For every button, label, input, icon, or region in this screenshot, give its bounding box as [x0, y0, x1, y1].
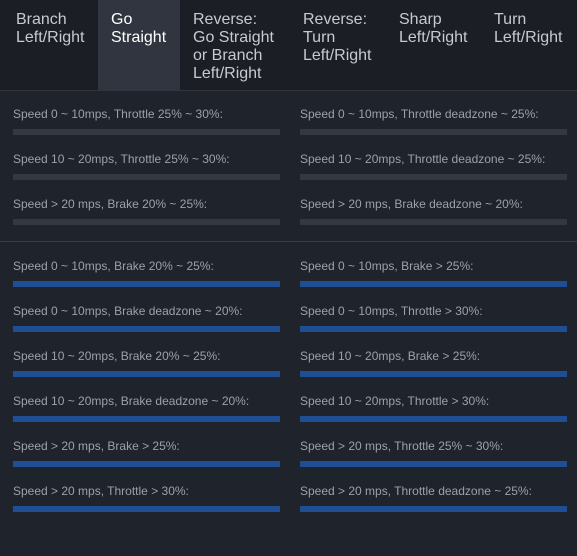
- tab-label-line: Left/Right: [303, 47, 372, 64]
- progress-bar-fill: [13, 281, 280, 287]
- tab-reverse-go-straight-or-branch[interactable]: Reverse: Go Straight or Branch Left/Righ…: [180, 0, 290, 90]
- metric-row: Speed 10 ~ 20mps, Throttle 25% ~ 30%:: [13, 152, 280, 186]
- progress-bar: [13, 506, 280, 512]
- progress-bar: [300, 129, 567, 135]
- metric-label: Speed 0 ~ 10mps, Throttle > 30%:: [300, 304, 483, 318]
- tab-label-line: Reverse:: [193, 11, 258, 28]
- progress-bar: [300, 461, 567, 467]
- progress-bar: [300, 371, 567, 377]
- metric-row: Speed > 20 mps, Throttle 25% ~ 30%:: [300, 439, 567, 473]
- tab-branch-left-right[interactable]: Branch Left/Right: [0, 0, 98, 90]
- metric-row: Speed 10 ~ 20mps, Brake > 25%:: [300, 349, 567, 383]
- progress-bar: [13, 461, 280, 467]
- metric-label: Speed > 20 mps, Brake > 25%:: [13, 439, 180, 453]
- metric-row: Speed 10 ~ 20mps, Throttle > 30%:: [300, 394, 567, 428]
- metric-row: Speed > 20 mps, Throttle > 30%:: [13, 484, 280, 518]
- tab-bar: Branch Left/Right Go Straight Reverse: G…: [0, 0, 577, 91]
- metric-row: Speed > 20 mps, Brake deadzone ~ 20%:: [300, 197, 567, 231]
- progress-bar-fill: [300, 371, 567, 377]
- metric-label: Speed 0 ~ 10mps, Brake deadzone ~ 20%:: [13, 304, 243, 318]
- metric-row: Speed 10 ~ 20mps, Throttle deadzone ~ 25…: [300, 152, 567, 186]
- tab-label-line: Branch: [16, 11, 67, 28]
- metric-label: Speed 10 ~ 20mps, Throttle > 30%:: [300, 394, 490, 408]
- progress-bar: [300, 326, 567, 332]
- tab-label-line: Go: [111, 11, 133, 28]
- metric-row: Speed > 20 mps, Brake > 25%:: [13, 439, 280, 473]
- progress-bar: [13, 326, 280, 332]
- progress-bar-fill: [13, 506, 280, 512]
- metric-row: Speed 0 ~ 10mps, Brake > 25%:: [300, 259, 567, 293]
- tab-sharp-left-right[interactable]: Sharp Left/Right: [386, 0, 481, 90]
- progress-bar: [13, 371, 280, 377]
- tab-label-line: Turn: [303, 29, 336, 46]
- progress-bar-fill: [300, 461, 567, 467]
- metric-label: Speed 0 ~ 10mps, Brake 20% ~ 25%:: [13, 259, 214, 273]
- progress-bar-fill: [300, 416, 567, 422]
- metric-label: Speed 0 ~ 10mps, Brake > 25%:: [300, 259, 474, 273]
- tab-label-line: Left/Right: [399, 29, 468, 46]
- tab-label-line: Sharp: [399, 11, 442, 28]
- tab-label-line: Left/Right: [494, 29, 563, 46]
- metric-row: Speed 0 ~ 10mps, Brake deadzone ~ 20%:: [13, 304, 280, 338]
- metric-row: Speed 0 ~ 10mps, Brake 20% ~ 25%:: [13, 259, 280, 293]
- metric-label: Speed > 20 mps, Throttle > 30%:: [13, 484, 189, 498]
- tab-label-line: Left/Right: [193, 65, 262, 82]
- progress-bar-fill: [300, 326, 567, 332]
- progress-bar: [300, 219, 567, 225]
- metric-label: Speed 10 ~ 20mps, Throttle deadzone ~ 25…: [300, 152, 546, 166]
- progress-bar: [300, 281, 567, 287]
- metric-label: Speed 10 ~ 20mps, Throttle 25% ~ 30%:: [13, 152, 230, 166]
- metric-label: Speed > 20 mps, Brake deadzone ~ 20%:: [300, 197, 523, 211]
- progress-bar: [300, 174, 567, 180]
- progress-bar: [300, 506, 567, 512]
- metrics-section-active: Speed 0 ~ 10mps, Brake 20% ~ 25%: Speed 0…: [0, 242, 577, 556]
- progress-bar: [13, 129, 280, 135]
- metric-row: Speed 0 ~ 10mps, Throttle deadzone ~ 25%…: [300, 107, 567, 141]
- tab-label-line: Turn: [494, 11, 527, 28]
- progress-bar: [13, 219, 280, 225]
- tab-reverse-turn-left-right[interactable]: Reverse: Turn Left/Right: [290, 0, 386, 90]
- metric-label: Speed 0 ~ 10mps, Throttle 25% ~ 30%:: [13, 107, 223, 121]
- progress-bar: [300, 416, 567, 422]
- tab-label-line: Left/Right: [16, 29, 85, 46]
- progress-bar: [13, 416, 280, 422]
- tab-go-straight[interactable]: Go Straight: [98, 0, 180, 90]
- metric-label: Speed 10 ~ 20mps, Brake 20% ~ 25%:: [13, 349, 221, 363]
- progress-bar: [13, 281, 280, 287]
- metric-row: Speed 0 ~ 10mps, Throttle 25% ~ 30%:: [13, 107, 280, 141]
- metric-row: Speed 10 ~ 20mps, Brake 20% ~ 25%:: [13, 349, 280, 383]
- tab-label-line: Reverse:: [303, 11, 368, 28]
- metric-label: Speed 10 ~ 20mps, Brake deadzone ~ 20%:: [13, 394, 250, 408]
- metric-label: Speed 0 ~ 10mps, Throttle deadzone ~ 25%…: [300, 107, 539, 121]
- tab-label-line: or Branch: [193, 47, 263, 64]
- progress-bar: [13, 174, 280, 180]
- tab-label-line: Go Straight: [193, 29, 274, 46]
- progress-bar-fill: [300, 506, 567, 512]
- metrics-section-inactive: Speed 0 ~ 10mps, Throttle 25% ~ 30%: Spee…: [0, 91, 577, 242]
- metric-row: Speed 10 ~ 20mps, Brake deadzone ~ 20%:: [13, 394, 280, 428]
- progress-bar-fill: [300, 281, 567, 287]
- metric-label: Speed > 20 mps, Throttle 25% ~ 30%:: [300, 439, 504, 453]
- progress-bar-fill: [13, 371, 280, 377]
- tab-label-line: Straight: [111, 29, 167, 46]
- metric-label: Speed 10 ~ 20mps, Brake > 25%:: [300, 349, 481, 363]
- metric-label: Speed > 20 mps, Throttle deadzone ~ 25%:: [300, 484, 532, 498]
- progress-bar-fill: [13, 416, 280, 422]
- metric-row: Speed > 20 mps, Brake 20% ~ 25%:: [13, 197, 280, 231]
- metric-row: Speed > 20 mps, Throttle deadzone ~ 25%:: [300, 484, 567, 518]
- metric-label: Speed > 20 mps, Brake 20% ~ 25%:: [13, 197, 208, 211]
- progress-bar-fill: [13, 326, 280, 332]
- metric-row: Speed 0 ~ 10mps, Throttle > 30%:: [300, 304, 567, 338]
- tab-turn-left-right[interactable]: Turn Left/Right: [481, 0, 577, 90]
- progress-bar-fill: [13, 461, 280, 467]
